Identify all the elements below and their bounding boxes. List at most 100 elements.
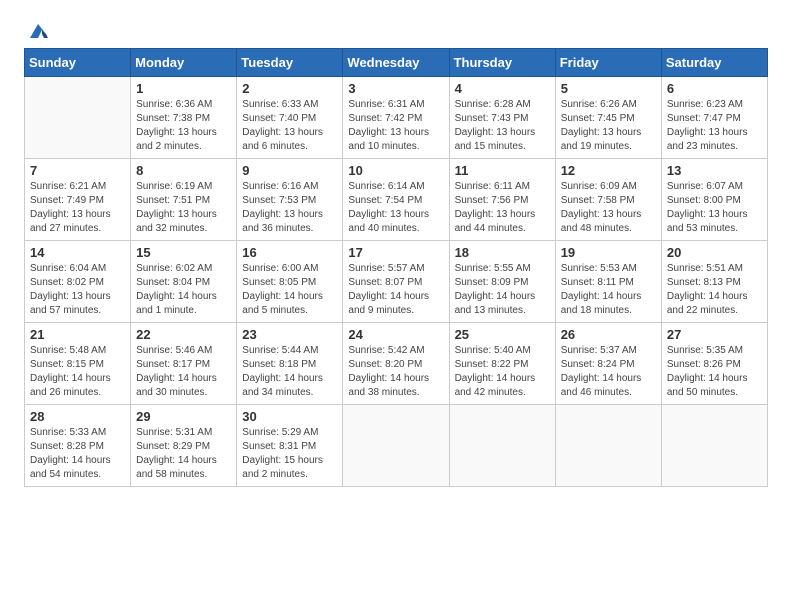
calendar-cell [661,405,767,487]
day-info: Sunrise: 5:46 AM Sunset: 8:17 PM Dayligh… [136,344,231,400]
day-number: 13 [667,163,762,178]
calendar-cell: 13Sunrise: 6:07 AM Sunset: 8:00 PM Dayli… [661,159,767,241]
day-number: 16 [242,245,337,260]
column-header-saturday: Saturday [661,49,767,77]
day-number: 11 [455,163,550,178]
day-number: 17 [348,245,443,260]
day-info: Sunrise: 6:31 AM Sunset: 7:42 PM Dayligh… [348,98,443,154]
column-header-wednesday: Wednesday [343,49,449,77]
day-info: Sunrise: 5:51 AM Sunset: 8:13 PM Dayligh… [667,262,762,318]
calendar-cell: 26 Sunrise: 5:37 AM Sunset: 8:24 PM Dayli… [555,323,661,405]
day-info: Sunrise: 6:02 AM Sunset: 8:04 PM Dayligh… [136,262,231,318]
calendar-cell: 21Sunrise: 5:48 AM Sunset: 8:15 PM Dayli… [25,323,131,405]
calendar-cell: 20 Sunrise: 5:51 AM Sunset: 8:13 PM Dayli… [661,241,767,323]
calendar-cell: 25Sunrise: 5:40 AM Sunset: 8:22 PM Dayli… [449,323,555,405]
day-info: Sunrise: 5:57 AM Sunset: 8:07 PM Dayligh… [348,262,443,318]
day-info: Sunrise: 6:00 AM Sunset: 8:05 PM Dayligh… [242,262,337,318]
day-info: Sunrise: 6:26 AM Sunset: 7:45 PM Dayligh… [561,98,656,154]
calendar-week-1: 1 Sunrise: 6:36 AM Sunset: 7:38 PM Daylig… [25,77,768,159]
day-number: 26 [561,327,656,342]
calendar-cell: 27 Sunrise: 5:35 AM Sunset: 8:26 PM Dayli… [661,323,767,405]
column-header-monday: Monday [131,49,237,77]
day-number: 23 [242,327,337,342]
column-header-tuesday: Tuesday [237,49,343,77]
calendar-cell: 17 Sunrise: 5:57 AM Sunset: 8:07 PM Dayli… [343,241,449,323]
day-info: Sunrise: 5:29 AM Sunset: 8:31 PM Dayligh… [242,426,337,482]
calendar-cell: 10 Sunrise: 6:14 AM Sunset: 7:54 PM Dayli… [343,159,449,241]
day-number: 8 [136,163,231,178]
day-number: 19 [561,245,656,260]
day-info: Sunrise: 6:04 AM Sunset: 8:02 PM Dayligh… [30,262,125,318]
day-number: 4 [455,81,550,96]
day-info: Sunrise: 5:35 AM Sunset: 8:26 PM Dayligh… [667,344,762,400]
calendar-cell: 18 Sunrise: 5:55 AM Sunset: 8:09 PM Dayli… [449,241,555,323]
day-info: Sunrise: 6:23 AM Sunset: 7:47 PM Dayligh… [667,98,762,154]
day-info: Sunrise: 6:16 AM Sunset: 7:53 PM Dayligh… [242,180,337,236]
calendar-cell: 7 Sunrise: 6:21 AM Sunset: 7:49 PM Daylig… [25,159,131,241]
day-number: 9 [242,163,337,178]
calendar-cell: 24Sunrise: 5:42 AM Sunset: 8:20 PM Dayli… [343,323,449,405]
day-info: Sunrise: 6:09 AM Sunset: 7:58 PM Dayligh… [561,180,656,236]
day-info: Sunrise: 5:44 AM Sunset: 8:18 PM Dayligh… [242,344,337,400]
day-number: 27 [667,327,762,342]
calendar-cell: 11 Sunrise: 6:11 AM Sunset: 7:56 PM Dayli… [449,159,555,241]
day-info: Sunrise: 6:28 AM Sunset: 7:43 PM Dayligh… [455,98,550,154]
day-number: 6 [667,81,762,96]
calendar-cell [555,405,661,487]
calendar-week-4: 21Sunrise: 5:48 AM Sunset: 8:15 PM Dayli… [25,323,768,405]
calendar-cell: 14 Sunrise: 6:04 AM Sunset: 8:02 PM Dayli… [25,241,131,323]
day-info: Sunrise: 6:11 AM Sunset: 7:56 PM Dayligh… [455,180,550,236]
day-info: Sunrise: 6:21 AM Sunset: 7:49 PM Dayligh… [30,180,125,236]
day-number: 14 [30,245,125,260]
day-number: 21 [30,327,125,342]
calendar-cell: 2 Sunrise: 6:33 AM Sunset: 7:40 PM Daylig… [237,77,343,159]
day-info: Sunrise: 6:33 AM Sunset: 7:40 PM Dayligh… [242,98,337,154]
calendar-cell: 16 Sunrise: 6:00 AM Sunset: 8:05 PM Dayli… [237,241,343,323]
day-number: 30 [242,409,337,424]
day-info: Sunrise: 5:55 AM Sunset: 8:09 PM Dayligh… [455,262,550,318]
calendar-week-3: 14 Sunrise: 6:04 AM Sunset: 8:02 PM Dayli… [25,241,768,323]
calendar-cell: 19 Sunrise: 5:53 AM Sunset: 8:11 PM Dayli… [555,241,661,323]
day-info: Sunrise: 6:14 AM Sunset: 7:54 PM Dayligh… [348,180,443,236]
day-number: 1 [136,81,231,96]
day-info: Sunrise: 5:53 AM Sunset: 8:11 PM Dayligh… [561,262,656,318]
calendar-week-5: 28Sunrise: 5:33 AM Sunset: 8:28 PM Dayli… [25,405,768,487]
calendar-cell: 5 Sunrise: 6:26 AM Sunset: 7:45 PM Daylig… [555,77,661,159]
calendar-cell: 12 Sunrise: 6:09 AM Sunset: 7:58 PM Dayli… [555,159,661,241]
day-info: Sunrise: 6:19 AM Sunset: 7:51 PM Dayligh… [136,180,231,236]
calendar-cell: 3 Sunrise: 6:31 AM Sunset: 7:42 PM Daylig… [343,77,449,159]
calendar-cell [25,77,131,159]
day-number: 7 [30,163,125,178]
calendar-cell: 30 Sunrise: 5:29 AM Sunset: 8:31 PM Dayli… [237,405,343,487]
calendar-cell [343,405,449,487]
day-info: Sunrise: 5:37 AM Sunset: 8:24 PM Dayligh… [561,344,656,400]
day-number: 18 [455,245,550,260]
day-info: Sunrise: 5:31 AM Sunset: 8:29 PM Dayligh… [136,426,231,482]
logo [24,20,50,40]
logo-icon [26,20,50,44]
column-header-sunday: Sunday [25,49,131,77]
calendar-cell: 9 Sunrise: 6:16 AM Sunset: 7:53 PM Daylig… [237,159,343,241]
day-number: 15 [136,245,231,260]
calendar-cell: 6 Sunrise: 6:23 AM Sunset: 7:47 PM Daylig… [661,77,767,159]
column-header-friday: Friday [555,49,661,77]
calendar-cell: 29Sunrise: 5:31 AM Sunset: 8:29 PM Dayli… [131,405,237,487]
calendar-cell: 8 Sunrise: 6:19 AM Sunset: 7:51 PM Daylig… [131,159,237,241]
page-header [24,20,768,40]
day-number: 5 [561,81,656,96]
calendar-cell: 28Sunrise: 5:33 AM Sunset: 8:28 PM Dayli… [25,405,131,487]
calendar-header-row: SundayMondayTuesdayWednesdayThursdayFrid… [25,49,768,77]
day-number: 22 [136,327,231,342]
calendar-cell: 15 Sunrise: 6:02 AM Sunset: 8:04 PM Dayli… [131,241,237,323]
day-info: Sunrise: 5:40 AM Sunset: 8:22 PM Dayligh… [455,344,550,400]
calendar-cell [449,405,555,487]
column-header-thursday: Thursday [449,49,555,77]
day-number: 12 [561,163,656,178]
day-number: 20 [667,245,762,260]
day-number: 2 [242,81,337,96]
day-info: Sunrise: 6:36 AM Sunset: 7:38 PM Dayligh… [136,98,231,154]
calendar-cell: 23 Sunrise: 5:44 AM Sunset: 8:18 PM Dayli… [237,323,343,405]
day-number: 10 [348,163,443,178]
day-number: 3 [348,81,443,96]
day-info: Sunrise: 5:42 AM Sunset: 8:20 PM Dayligh… [348,344,443,400]
